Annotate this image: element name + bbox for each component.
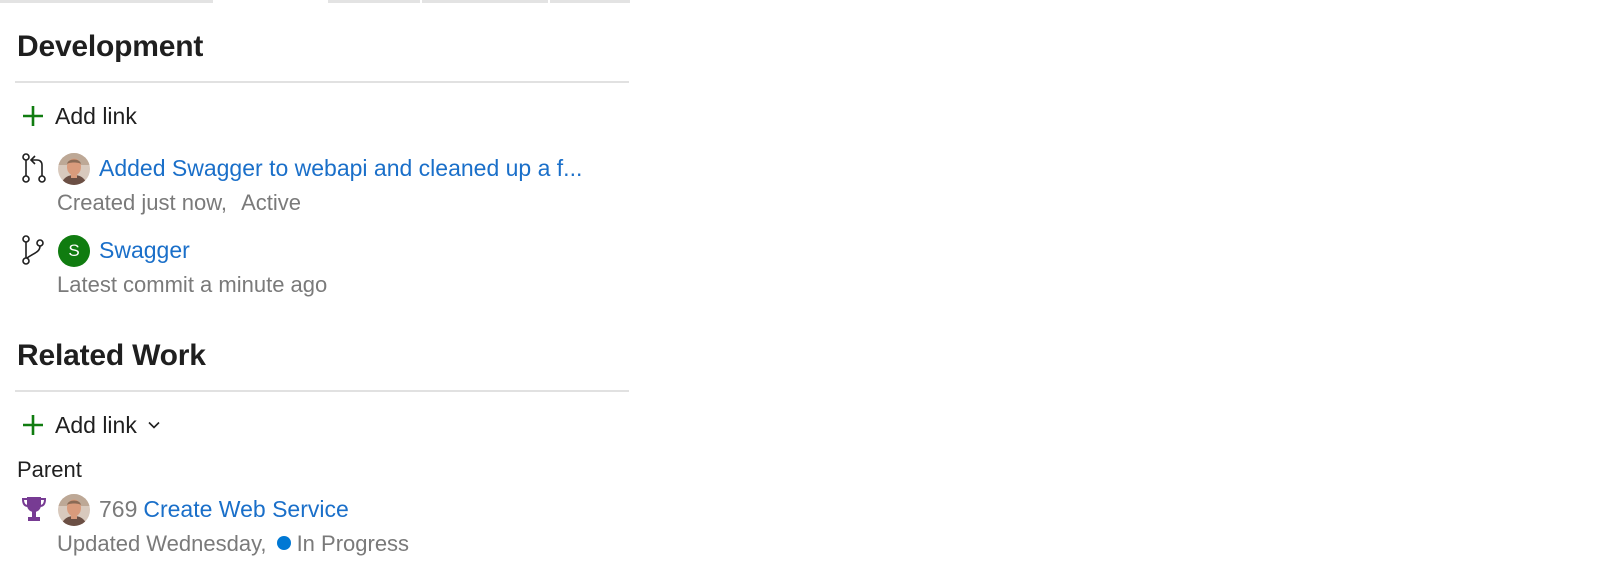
pull-request-created: Created just now, [57,190,227,215]
add-link-label: Add link [55,102,137,129]
development-heading: Development [17,30,204,63]
branch-link[interactable]: Swagger [99,237,190,264]
tab-underline [0,0,213,3]
trophy-icon [21,497,47,521]
branch-repo-avatar: S [58,235,90,267]
plus-icon [23,106,43,126]
pull-request-link[interactable]: Added Swagger to webapi and cleaned up a… [99,155,582,182]
parent-updated: Updated Wednesday, [57,531,267,556]
branch-meta: Latest commit a minute ago [57,272,328,297]
parent-work-item-meta: Updated Wednesday, In Progress [57,531,409,557]
pull-request-status: Active [241,190,302,215]
development-divider [15,81,629,83]
branch-icon [22,235,44,265]
person-avatar-icon [58,494,90,526]
development-add-link-button[interactable]: Add link [21,100,137,132]
parent-work-item: 769 Create Web Service [99,496,349,523]
parent-work-item-link[interactable]: Create Web Service [143,496,348,522]
person-avatar-icon [58,153,90,185]
related-work-heading: Related Work [17,339,206,372]
assignee-avatar [58,494,90,526]
tab-underline [550,0,630,3]
status-dot-icon [276,536,291,550]
parent-group-label: Parent [17,457,82,482]
tab-underline [422,0,548,3]
related-work-divider [15,390,629,392]
pull-request-icon [22,153,46,183]
tab-underline [328,0,420,3]
chevron-down-icon [148,421,160,429]
top-tab-strip [0,0,630,3]
parent-work-item-id: 769 [99,496,138,522]
plus-icon [23,415,43,435]
author-avatar [58,153,90,185]
parent-state: In Progress [296,531,410,556]
add-link-label: Add link [55,411,137,438]
pull-request-meta: Created just now, Active [57,190,301,216]
related-work-add-link-button[interactable]: Add link [21,409,161,441]
